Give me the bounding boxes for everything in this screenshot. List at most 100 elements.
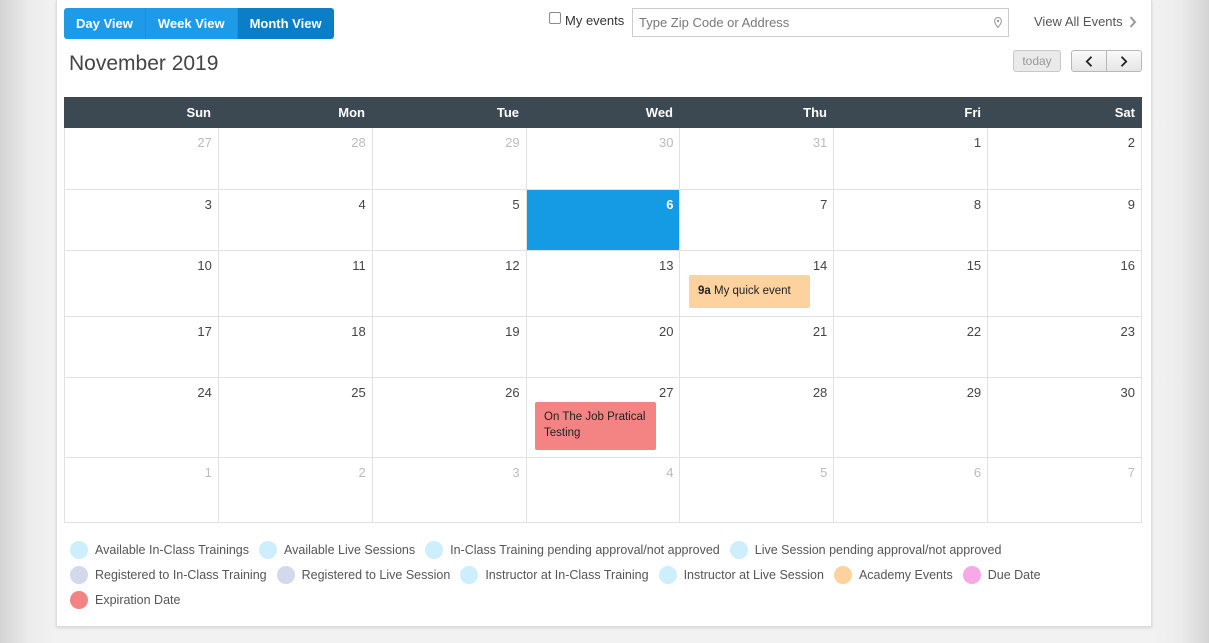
event-title: My quick event [714, 285, 791, 297]
day-number: 28 [351, 135, 366, 150]
my-events-checkbox[interactable] [549, 11, 561, 24]
day-cell[interactable]: 27 [65, 128, 219, 190]
month-view-button[interactable]: Month View [237, 8, 334, 39]
day-view-button[interactable]: Day View [64, 8, 146, 39]
day-cell[interactable]: 11 [218, 251, 373, 317]
day-cell[interactable]: 7 [988, 458, 1143, 523]
day-cell[interactable]: 1 [65, 458, 219, 523]
day-cell[interactable]: 31 [680, 128, 835, 190]
legend-item: In-Class Training pending approval/not a… [425, 541, 720, 559]
weekday-label: Tue [496, 105, 519, 120]
event-on-the-job-testing[interactable]: On The Job Pratical Testing [535, 402, 656, 450]
day-cell[interactable]: 17 [65, 317, 219, 378]
day-cell[interactable]: 5 [372, 190, 527, 251]
legend-label: Instructor at Live Session [683, 568, 824, 582]
day-cell[interactable]: 20 [526, 317, 681, 378]
legend-item: Available In-Class Trainings [70, 541, 249, 559]
day-number: 15 [966, 258, 982, 273]
day-cell-today[interactable]: 6 [526, 190, 681, 251]
day-number: 13 [658, 258, 674, 273]
day-cell[interactable]: 8 [834, 190, 989, 251]
legend-swatch [833, 566, 852, 584]
legend-label: Available In-Class Trainings [95, 543, 250, 557]
day-cell[interactable]: 6 [834, 458, 989, 523]
day-number: 3 [204, 197, 212, 212]
day-cell[interactable]: 26 [372, 378, 527, 458]
day-cell[interactable]: 15 [834, 251, 989, 317]
day-cell[interactable]: 29 [834, 378, 989, 458]
day-number: 6 [973, 465, 982, 480]
day-cell[interactable]: 28 [218, 128, 373, 190]
legend-swatch [460, 566, 479, 584]
week-row: 24 25 26 27 28 29 30 On The Job Pratical… [64, 378, 1143, 458]
day-cell[interactable]: 18 [218, 317, 373, 378]
legend-swatch [276, 566, 295, 584]
weekday-label: Mon [338, 105, 365, 120]
day-cell[interactable]: 16 [988, 251, 1143, 317]
day-cell[interactable]: 7 [680, 190, 835, 251]
next-month-button[interactable] [1106, 51, 1141, 71]
prev-month-button[interactable] [1072, 51, 1106, 71]
day-cell[interactable]: 30 [526, 128, 681, 190]
day-cell[interactable]: 22 [834, 317, 989, 378]
day-number: 23 [1120, 324, 1136, 339]
legend-label: Registered to Live Session [301, 568, 451, 582]
my-events-label: My events [565, 13, 625, 28]
location-search [632, 8, 1009, 37]
day-number: 14 [812, 258, 828, 273]
day-cell[interactable]: 3 [372, 458, 527, 523]
day-cell[interactable]: 2 [218, 458, 373, 523]
my-events-filter[interactable]: My events [549, 11, 625, 28]
legend-item: Live Session pending approval/not approv… [729, 541, 1002, 559]
view-all-events-link[interactable]: View All Events [1034, 14, 1137, 29]
day-cell[interactable]: 28 [680, 378, 835, 458]
legend-label: Academy Events [858, 568, 953, 582]
day-number: 16 [1120, 258, 1136, 273]
month-title: November 2019 [69, 52, 219, 75]
day-cell[interactable]: 4 [526, 458, 681, 523]
day-cell[interactable]: 29 [372, 128, 527, 190]
day-cell[interactable]: 4 [218, 190, 373, 251]
event-my-quick-event[interactable]: 9a My quick event [689, 275, 810, 308]
day-number: 30 [658, 135, 674, 150]
legend-item: Instructor at In-Class Training [460, 566, 649, 584]
day-cell[interactable]: 19 [372, 317, 527, 378]
legend-label: Due Date [987, 568, 1041, 582]
week-row: 3 4 5 6 7 8 9 [64, 190, 1143, 251]
day-number: 19 [505, 324, 520, 339]
month-grid: Sun Mon Tue Wed Thu Fri Sat 27 28 29 30 … [64, 97, 1143, 523]
legend-swatch [70, 541, 88, 559]
day-cell[interactable]: 24 [65, 378, 219, 458]
day-cell[interactable]: 1 [834, 128, 989, 190]
day-number: 18 [351, 324, 366, 339]
day-number: 26 [505, 385, 520, 400]
day-cell[interactable]: 21 [680, 317, 835, 378]
day-cell[interactable]: 3 [65, 190, 219, 251]
day-cell[interactable]: 5 [680, 458, 835, 523]
day-number: 5 [512, 197, 520, 212]
today-button[interactable]: today [1013, 50, 1061, 72]
day-cell[interactable]: 23 [988, 317, 1143, 378]
day-number: 28 [812, 385, 828, 400]
day-cell[interactable]: 10 [65, 251, 219, 317]
day-cell[interactable]: 12 [372, 251, 527, 317]
weekday-header: Sun Mon Tue Wed Thu Fri Sat [64, 97, 1142, 128]
day-cell[interactable]: 13 [526, 251, 681, 317]
location-search-input[interactable] [633, 9, 1008, 36]
day-number: 24 [197, 385, 212, 400]
day-number: 7 [820, 197, 828, 212]
day-cell[interactable]: 9 [988, 190, 1143, 251]
day-number: 1 [204, 465, 212, 480]
day-cell[interactable]: 30 [988, 378, 1143, 458]
day-number: 11 [352, 258, 366, 273]
week-row: 1 2 3 4 5 6 7 [64, 458, 1143, 523]
event-legend: Available In-Class Trainings Available L… [70, 541, 1150, 616]
legend-swatch [962, 566, 981, 584]
weekday-label: Thu [803, 105, 827, 120]
day-cell[interactable]: 2 [988, 128, 1143, 190]
day-cell[interactable]: 25 [218, 378, 373, 458]
month-nav [1071, 50, 1142, 72]
legend-label: Live Session pending approval/not approv… [754, 543, 1002, 557]
week-view-button[interactable]: Week View [145, 8, 238, 39]
weekday-label: Sun [186, 105, 211, 120]
